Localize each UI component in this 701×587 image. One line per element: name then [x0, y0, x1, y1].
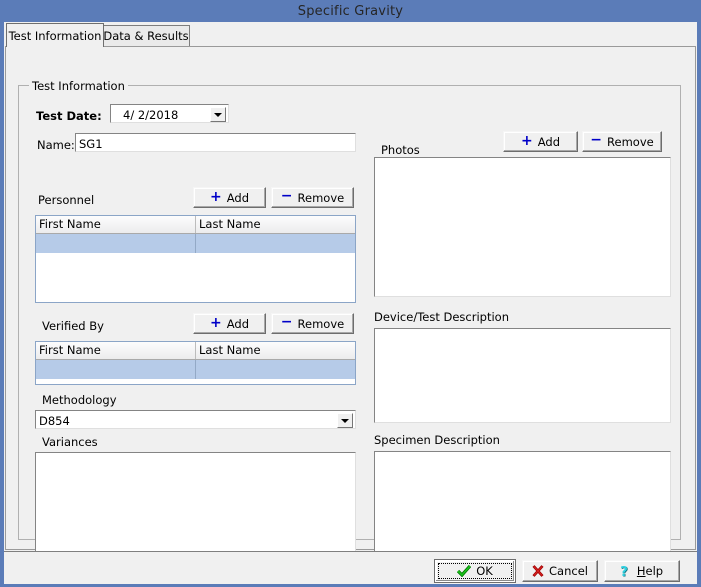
tab-test-information[interactable]: Test Information — [6, 23, 104, 47]
methodology-label: Methodology — [42, 393, 117, 407]
personnel-add-button[interactable]: + Add — [193, 187, 266, 208]
help-label: Help — [637, 564, 663, 578]
table-row[interactable] — [36, 253, 355, 272]
test-date-label: Test Date: — [36, 109, 102, 123]
test-date-dropdown-arrow[interactable] — [210, 107, 226, 122]
methodology-value: D854 — [39, 414, 70, 428]
tab-data-and-results-label: Data & Results — [103, 29, 188, 43]
personnel-table-header: First Name Last Name — [36, 216, 355, 234]
variances-label: Variances — [42, 435, 98, 449]
methodology-combobox[interactable]: D854 — [35, 410, 356, 429]
test-date-value: 4/ 2/2018 — [123, 108, 178, 122]
tab-data-and-results[interactable]: Data & Results — [102, 25, 190, 46]
tab-test-information-label: Test Information — [9, 29, 102, 43]
ok-label: OK — [476, 564, 493, 578]
table-row[interactable] — [36, 234, 355, 253]
verified-by-remove-label: Remove — [298, 317, 345, 331]
plus-icon: + — [210, 316, 222, 330]
window-body: Test Information Data & Results Test Inf… — [4, 22, 697, 583]
table-row[interactable] — [36, 360, 355, 379]
minus-icon: − — [590, 133, 602, 147]
specific-gravity-dialog: Specific Gravity Test Information Data &… — [0, 0, 701, 587]
verified-by-add-button[interactable]: + Add — [193, 313, 266, 334]
dialog-button-bar: OK Cancel ? ? H — [4, 551, 697, 584]
verified-by-col-last-name: Last Name — [196, 342, 355, 359]
cancel-button[interactable]: Cancel — [522, 560, 598, 582]
green-check-icon — [457, 565, 471, 577]
personnel-add-label: Add — [227, 191, 249, 205]
cell-last-name[interactable] — [196, 272, 355, 291]
personnel-remove-label: Remove — [298, 191, 345, 205]
personnel-remove-button[interactable]: − Remove — [271, 187, 354, 208]
chevron-down-icon — [341, 419, 349, 423]
verified-by-add-label: Add — [227, 317, 249, 331]
ok-focus-ring — [438, 563, 512, 579]
cell-first-name[interactable] — [36, 253, 196, 272]
cell-last-name[interactable] — [196, 360, 355, 379]
help-label-mnemonic: H — [637, 564, 646, 578]
cell-first-name[interactable] — [36, 360, 196, 379]
photos-add-button[interactable]: + Add — [503, 131, 578, 152]
specimen-description-textarea[interactable] — [374, 451, 671, 563]
test-date-field[interactable]: 4/ 2/2018 — [110, 104, 229, 123]
personnel-col-last-name: Last Name — [196, 216, 355, 233]
verified-by-col-first-name: First Name — [36, 342, 196, 359]
chevron-down-icon — [214, 113, 222, 117]
tab-strip: Test Information Data & Results — [4, 22, 697, 47]
table-row[interactable] — [36, 272, 355, 291]
window-titlebar[interactable]: Specific Gravity — [0, 0, 701, 22]
name-value: SG1 — [79, 137, 103, 151]
plus-icon: + — [521, 134, 533, 148]
verified-by-label: Verified By — [42, 319, 104, 333]
svg-text:?: ? — [621, 565, 628, 579]
cell-first-name[interactable] — [36, 272, 196, 291]
name-label: Name: — [37, 138, 75, 152]
help-button[interactable]: ? ? Help — [604, 560, 680, 582]
photos-list[interactable] — [374, 157, 671, 297]
methodology-dropdown-arrow[interactable] — [337, 413, 353, 428]
cell-last-name[interactable] — [196, 253, 355, 272]
verified-by-table-header: First Name Last Name — [36, 342, 355, 360]
photos-add-label: Add — [538, 135, 560, 149]
name-input[interactable]: SG1 — [75, 133, 356, 152]
personnel-label: Personnel — [38, 193, 94, 207]
test-information-groupbox-legend: Test Information — [29, 79, 128, 93]
variances-textarea[interactable] — [35, 452, 356, 563]
specimen-description-label: Specimen Description — [374, 433, 500, 447]
personnel-col-first-name: First Name — [36, 216, 196, 233]
window-title: Specific Gravity — [298, 4, 403, 19]
photos-remove-label: Remove — [607, 135, 654, 149]
verified-by-table[interactable]: First Name Last Name — [35, 341, 356, 385]
plus-icon: + — [210, 190, 222, 204]
device-test-description-textarea[interactable] — [374, 328, 671, 423]
tab-page-test-information: Test Information Test Date: 4/ 2/2018 Na… — [5, 46, 696, 550]
cancel-label: Cancel — [549, 564, 588, 578]
verified-by-remove-button[interactable]: − Remove — [271, 313, 354, 334]
minus-icon: − — [281, 189, 293, 203]
ok-button[interactable]: OK — [435, 560, 515, 582]
personnel-table[interactable]: First Name Last Name — [35, 215, 356, 303]
photos-label: Photos — [381, 143, 420, 157]
teal-question-icon: ? ? — [621, 565, 632, 578]
photos-remove-button[interactable]: − Remove — [582, 131, 662, 152]
minus-icon: − — [281, 315, 293, 329]
device-test-description-label: Device/Test Description — [374, 310, 509, 324]
help-label-rest: elp — [646, 564, 664, 578]
cell-first-name[interactable] — [36, 234, 196, 253]
cell-last-name[interactable] — [196, 234, 355, 253]
red-x-icon — [532, 565, 544, 577]
